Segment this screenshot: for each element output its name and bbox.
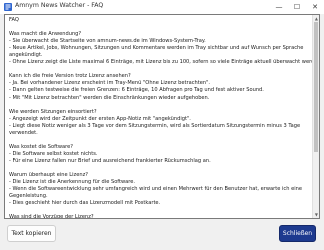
faq-line: - Die Lizenz ist die Anerkennung für die… — [9, 179, 136, 186]
faq-line: Gegenleistung. — [9, 193, 48, 200]
faq-line: Kann ich die freie Version trotz Lizenz … — [9, 73, 131, 80]
faq-line — [9, 137, 317, 144]
app-icon — [4, 3, 12, 11]
faq-line: - Mit "Mit Lizenz betrachten" werden die… — [9, 94, 210, 101]
faq-line: verwendet. — [9, 129, 38, 136]
scroll-down-icon[interactable]: ▼ — [315, 212, 318, 217]
faq-line: - Die Software selbst kostet nichts. — [9, 150, 98, 157]
faq-line: angekündigt. — [9, 52, 43, 59]
faq-line — [9, 102, 317, 109]
faq-line — [9, 66, 317, 73]
faq-line: - Für eine Lizenz fallen nur Brief und a… — [9, 157, 211, 164]
faq-line — [9, 165, 317, 172]
faq-line: Was macht die Anwendung? — [9, 31, 82, 38]
faq-line: - Dann gelten testweise die freien Grenz… — [9, 87, 264, 94]
faq-line: Warum überhaupt eine Lizenz? — [9, 172, 88, 179]
scrollbar-thumb[interactable] — [314, 22, 318, 152]
faq-line: Was sind die Vorzüge der Lizenz? — [9, 214, 94, 219]
faq-line: - Sie überwacht die Startseite von amnum… — [9, 38, 206, 45]
title-bar[interactable]: Amnym News Watcher - FAQ — ☐ ✕ — [0, 0, 324, 14]
vertical-scrollbar[interactable]: ▲ ▼ — [312, 15, 319, 218]
faq-content: FAQ Was macht die Anwendung? - Sie überwac… — [5, 15, 320, 219]
faq-line: Was kostet die Software? — [9, 143, 73, 150]
faq-window: Amnym News Watcher - FAQ — ☐ ✕ FAQ Was ma… — [0, 0, 324, 250]
copy-text-button[interactable]: Text kopieren — [7, 225, 56, 242]
maximize-button[interactable]: ☐ — [288, 0, 306, 14]
minimize-button[interactable]: — — [270, 0, 288, 14]
close-window-button[interactable]: ✕ — [306, 0, 324, 14]
scroll-up-icon[interactable]: ▲ — [315, 16, 318, 21]
close-button[interactable]: Schließen — [279, 225, 316, 242]
faq-line: - Wenn die Softwareentwicklung sehr umfa… — [9, 186, 302, 193]
window-controls: — ☐ ✕ — [270, 0, 324, 14]
faq-line: - Angezeigt wird der Zeitpunkt der erste… — [9, 115, 191, 122]
faq-line: Wie werden Sitzungen einsortiert? — [9, 108, 97, 115]
faq-line: - Liegt diese Notiz weniger als 3 Tage v… — [9, 122, 301, 129]
faq-line — [9, 24, 317, 31]
faq-line — [9, 207, 317, 214]
faq-line: - Ohne Lizenz zeigt die Liste maximal 6 … — [9, 59, 320, 66]
faq-line: - Neue Artikel, Jobs, Wohnungen, Sitzung… — [9, 45, 304, 52]
faq-line: - Dies geschieht hier durch das Lizenzmo… — [9, 200, 161, 207]
window-title: Amnym News Watcher - FAQ — [15, 2, 104, 9]
faq-text-area[interactable]: FAQ Was macht die Anwendung? - Sie überwac… — [4, 14, 320, 219]
faq-line: FAQ — [9, 17, 19, 23]
faq-line: - Ja. Bei vorhandener Lizenz erscheint i… — [9, 80, 211, 87]
